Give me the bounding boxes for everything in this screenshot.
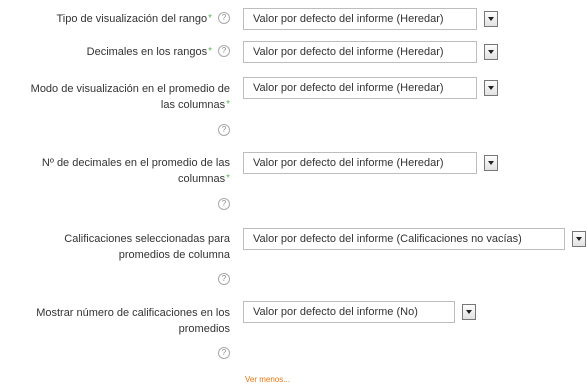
- column-average-display-mode-select[interactable]: Valor por defecto del informe (Heredar): [243, 77, 477, 99]
- dropdown-button[interactable]: [462, 304, 476, 320]
- field-label: Decimales en los rangos*?: [2, 44, 230, 60]
- select-value: Valor por defecto del informe (Heredar): [253, 46, 444, 58]
- dropdown-button[interactable]: [484, 44, 498, 60]
- help-icon[interactable]: ?: [218, 12, 230, 25]
- column-average-decimals-select[interactable]: Valor por defecto del informe (Heredar): [243, 152, 477, 174]
- show-less-link[interactable]: Ver menos...: [245, 375, 290, 384]
- field-label-text: Tipo de visualización del rango: [56, 13, 208, 25]
- field-label-line-1: Mostrar número de calificaciones en los: [36, 307, 230, 319]
- help-icon[interactable]: ?: [218, 273, 230, 285]
- field-label-line-1: Modo de visualización en el promedio de: [30, 83, 230, 95]
- required-asterisk: *: [226, 99, 230, 110]
- dropdown-button[interactable]: [484, 11, 498, 27]
- select-value: Valor por defecto del informe (Heredar): [253, 157, 444, 169]
- chevron-down-icon: [488, 161, 494, 165]
- dropdown-button[interactable]: [484, 155, 498, 171]
- field-label: Modo de visualización en el promedio de …: [2, 81, 230, 113]
- field-label-line-2: promedios de columna: [118, 249, 230, 261]
- show-grade-count-select[interactable]: Valor por defecto del informe (No): [243, 301, 455, 323]
- range-decimals-select[interactable]: Valor por defecto del informe (Heredar): [243, 41, 477, 63]
- chevron-down-icon: [488, 17, 494, 21]
- field-label-text: Decimales en los rangos: [86, 46, 208, 58]
- selected-grades-averages-select[interactable]: Valor por defecto del informe (Calificac…: [243, 228, 565, 250]
- help-icon[interactable]: ?: [218, 198, 230, 210]
- required-asterisk: *: [208, 13, 212, 24]
- field-label-line-1: Calificaciones seleccionadas para: [64, 233, 230, 245]
- select-value: Valor por defecto del informe (Heredar): [253, 82, 444, 94]
- chevron-down-icon: [488, 86, 494, 90]
- dropdown-button[interactable]: [572, 231, 586, 247]
- help-icon[interactable]: ?: [218, 347, 230, 359]
- chevron-down-icon: [576, 237, 582, 241]
- chevron-down-icon: [488, 50, 494, 54]
- required-asterisk: *: [226, 173, 230, 184]
- field-label: Tipo de visualización del rango*?: [2, 11, 230, 27]
- select-value: Valor por defecto del informe (No): [253, 306, 418, 318]
- chevron-down-icon: [466, 310, 472, 314]
- field-label-line-2: las columnas: [160, 99, 226, 111]
- select-value: Valor por defecto del informe (Heredar): [253, 13, 444, 25]
- help-icon[interactable]: ?: [218, 45, 230, 58]
- dropdown-button[interactable]: [484, 80, 498, 96]
- field-label-line-1: Nº de decimales en el promedio de las: [41, 157, 230, 169]
- field-label: Calificaciones seleccionadas para promed…: [2, 231, 230, 263]
- range-display-type-select[interactable]: Valor por defecto del informe (Heredar): [243, 8, 477, 30]
- field-label-line-2: columnas: [178, 173, 226, 185]
- field-label: Mostrar número de calificaciones en los …: [2, 305, 230, 337]
- select-value: Valor por defecto del informe (Calificac…: [253, 233, 522, 245]
- field-label: Nº de decimales en el promedio de las co…: [2, 155, 230, 187]
- required-asterisk: *: [208, 46, 212, 57]
- help-icon[interactable]: ?: [218, 124, 230, 136]
- field-label-line-2: promedios: [178, 323, 230, 335]
